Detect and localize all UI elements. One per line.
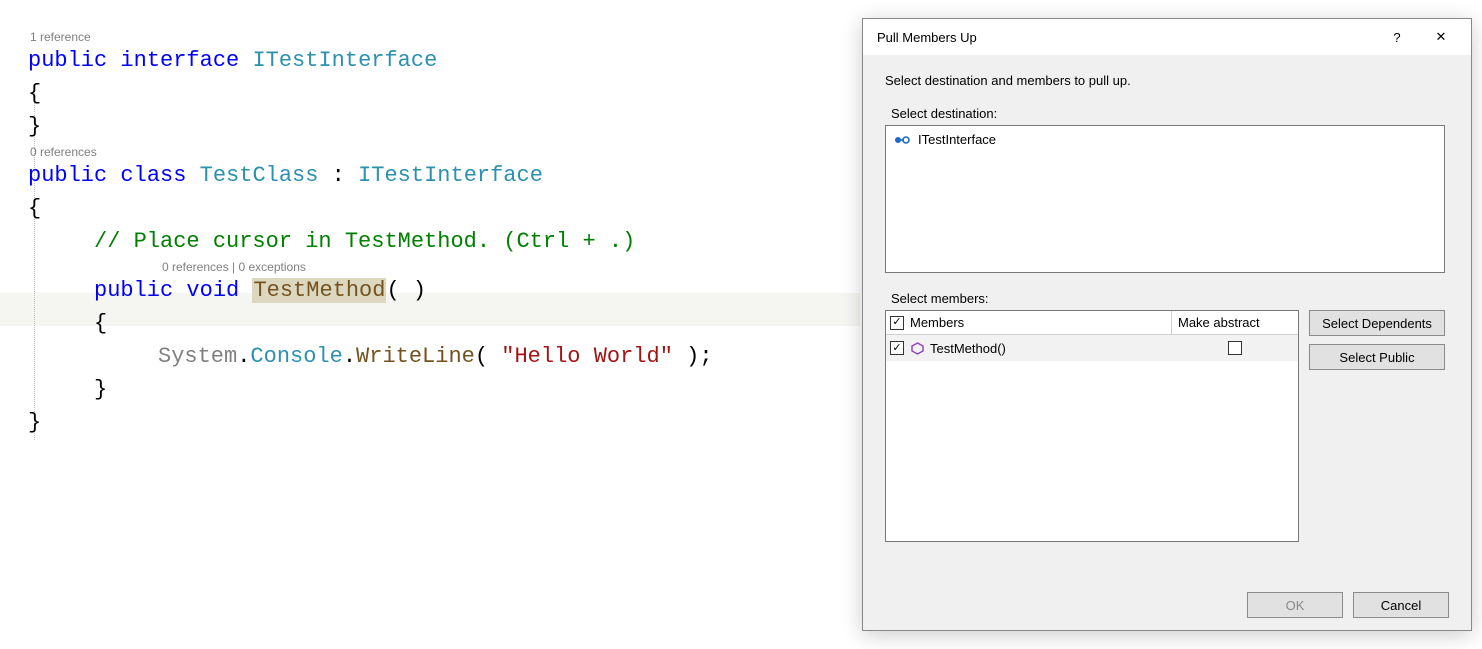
abstract-column-header[interactable]: Make abstract (1172, 315, 1298, 330)
dialog-body: Select destination and members to pull u… (863, 55, 1471, 556)
close-icon: ✕ (1436, 29, 1447, 45)
ident-console: Console (250, 344, 342, 369)
comment: // Place cursor in TestMethod. (Ctrl + .… (94, 229, 635, 254)
brace-close: } (28, 114, 41, 139)
brace-open: { (28, 81, 41, 106)
interface-icon (894, 134, 910, 146)
dialog-titlebar[interactable]: Pull Members Up ? ✕ (863, 19, 1471, 55)
member-row-label: TestMethod() (930, 341, 1006, 356)
type-testclass: TestClass (200, 163, 319, 188)
keyword-interface: interface (120, 48, 239, 73)
destination-label: Select destination: (885, 106, 1449, 121)
brace-open: { (28, 196, 41, 221)
code-line[interactable]: { (28, 192, 860, 225)
members-table: Members Make abstract TestMethod() (885, 310, 1299, 542)
members-header-checkbox[interactable] (890, 316, 904, 330)
dialog-title: Pull Members Up (877, 30, 1375, 45)
members-label: Select members: (885, 291, 1449, 306)
code-line[interactable]: public void TestMethod( ) (28, 274, 860, 307)
help-button[interactable]: ? (1375, 19, 1419, 55)
code-line[interactable]: public interface ITestInterface (28, 44, 860, 77)
destination-item[interactable]: ITestInterface (894, 132, 1436, 147)
select-public-button[interactable]: Select Public (1309, 344, 1445, 370)
keyword-public: public (28, 163, 107, 188)
brace-close: } (94, 377, 107, 402)
make-abstract-checkbox[interactable] (1228, 341, 1242, 355)
keyword-void: void (186, 278, 239, 303)
ident-writeline: WriteLine (356, 344, 475, 369)
code-line[interactable]: { (28, 307, 860, 340)
cancel-button[interactable]: Cancel (1353, 592, 1449, 618)
help-icon: ? (1393, 30, 1400, 45)
member-row-checkbox[interactable] (890, 341, 904, 355)
code-line[interactable]: } (28, 110, 860, 143)
ok-button[interactable]: OK (1247, 592, 1343, 618)
keyword-public: public (94, 278, 173, 303)
type-itestinterface: ITestInterface (358, 163, 543, 188)
dialog-instruction: Select destination and members to pull u… (885, 73, 1449, 88)
colon-separator: : (318, 163, 358, 188)
keyword-class: class (120, 163, 186, 188)
code-line[interactable]: public class TestClass : ITestInterface (28, 159, 860, 192)
ident-system: System (158, 344, 237, 369)
code-line[interactable]: // Place cursor in TestMethod. (Ctrl + .… (28, 225, 860, 258)
members-column-header[interactable]: Members (910, 315, 964, 330)
code-editor[interactable]: 1 reference public interface ITestInterf… (0, 0, 860, 649)
paren-empty: ( ) (386, 278, 426, 303)
keyword-public: public (28, 48, 107, 73)
members-table-row[interactable]: TestMethod() (886, 335, 1298, 361)
paren-close: ); (673, 344, 713, 369)
code-line[interactable]: System.Console.WriteLine( "Hello World" … (28, 340, 860, 373)
close-button[interactable]: ✕ (1419, 19, 1463, 55)
members-table-header: Members Make abstract (886, 311, 1298, 335)
code-line[interactable]: { (28, 77, 860, 110)
code-line[interactable]: } (28, 373, 860, 406)
string-literal: "Hello World" (501, 344, 673, 369)
method-name-highlighted: TestMethod (252, 278, 386, 303)
type-itestinterface: ITestInterface (252, 48, 437, 73)
code-line[interactable]: } (28, 406, 860, 439)
destination-item-label: ITestInterface (918, 132, 996, 147)
brace-open: { (94, 311, 107, 336)
select-dependents-button[interactable]: Select Dependents (1309, 310, 1445, 336)
destination-list[interactable]: ITestInterface (885, 125, 1445, 273)
method-icon (910, 341, 924, 355)
brace-close: } (28, 410, 41, 435)
paren-open: ( (475, 344, 501, 369)
pull-members-up-dialog: Pull Members Up ? ✕ Select destination a… (862, 18, 1472, 631)
